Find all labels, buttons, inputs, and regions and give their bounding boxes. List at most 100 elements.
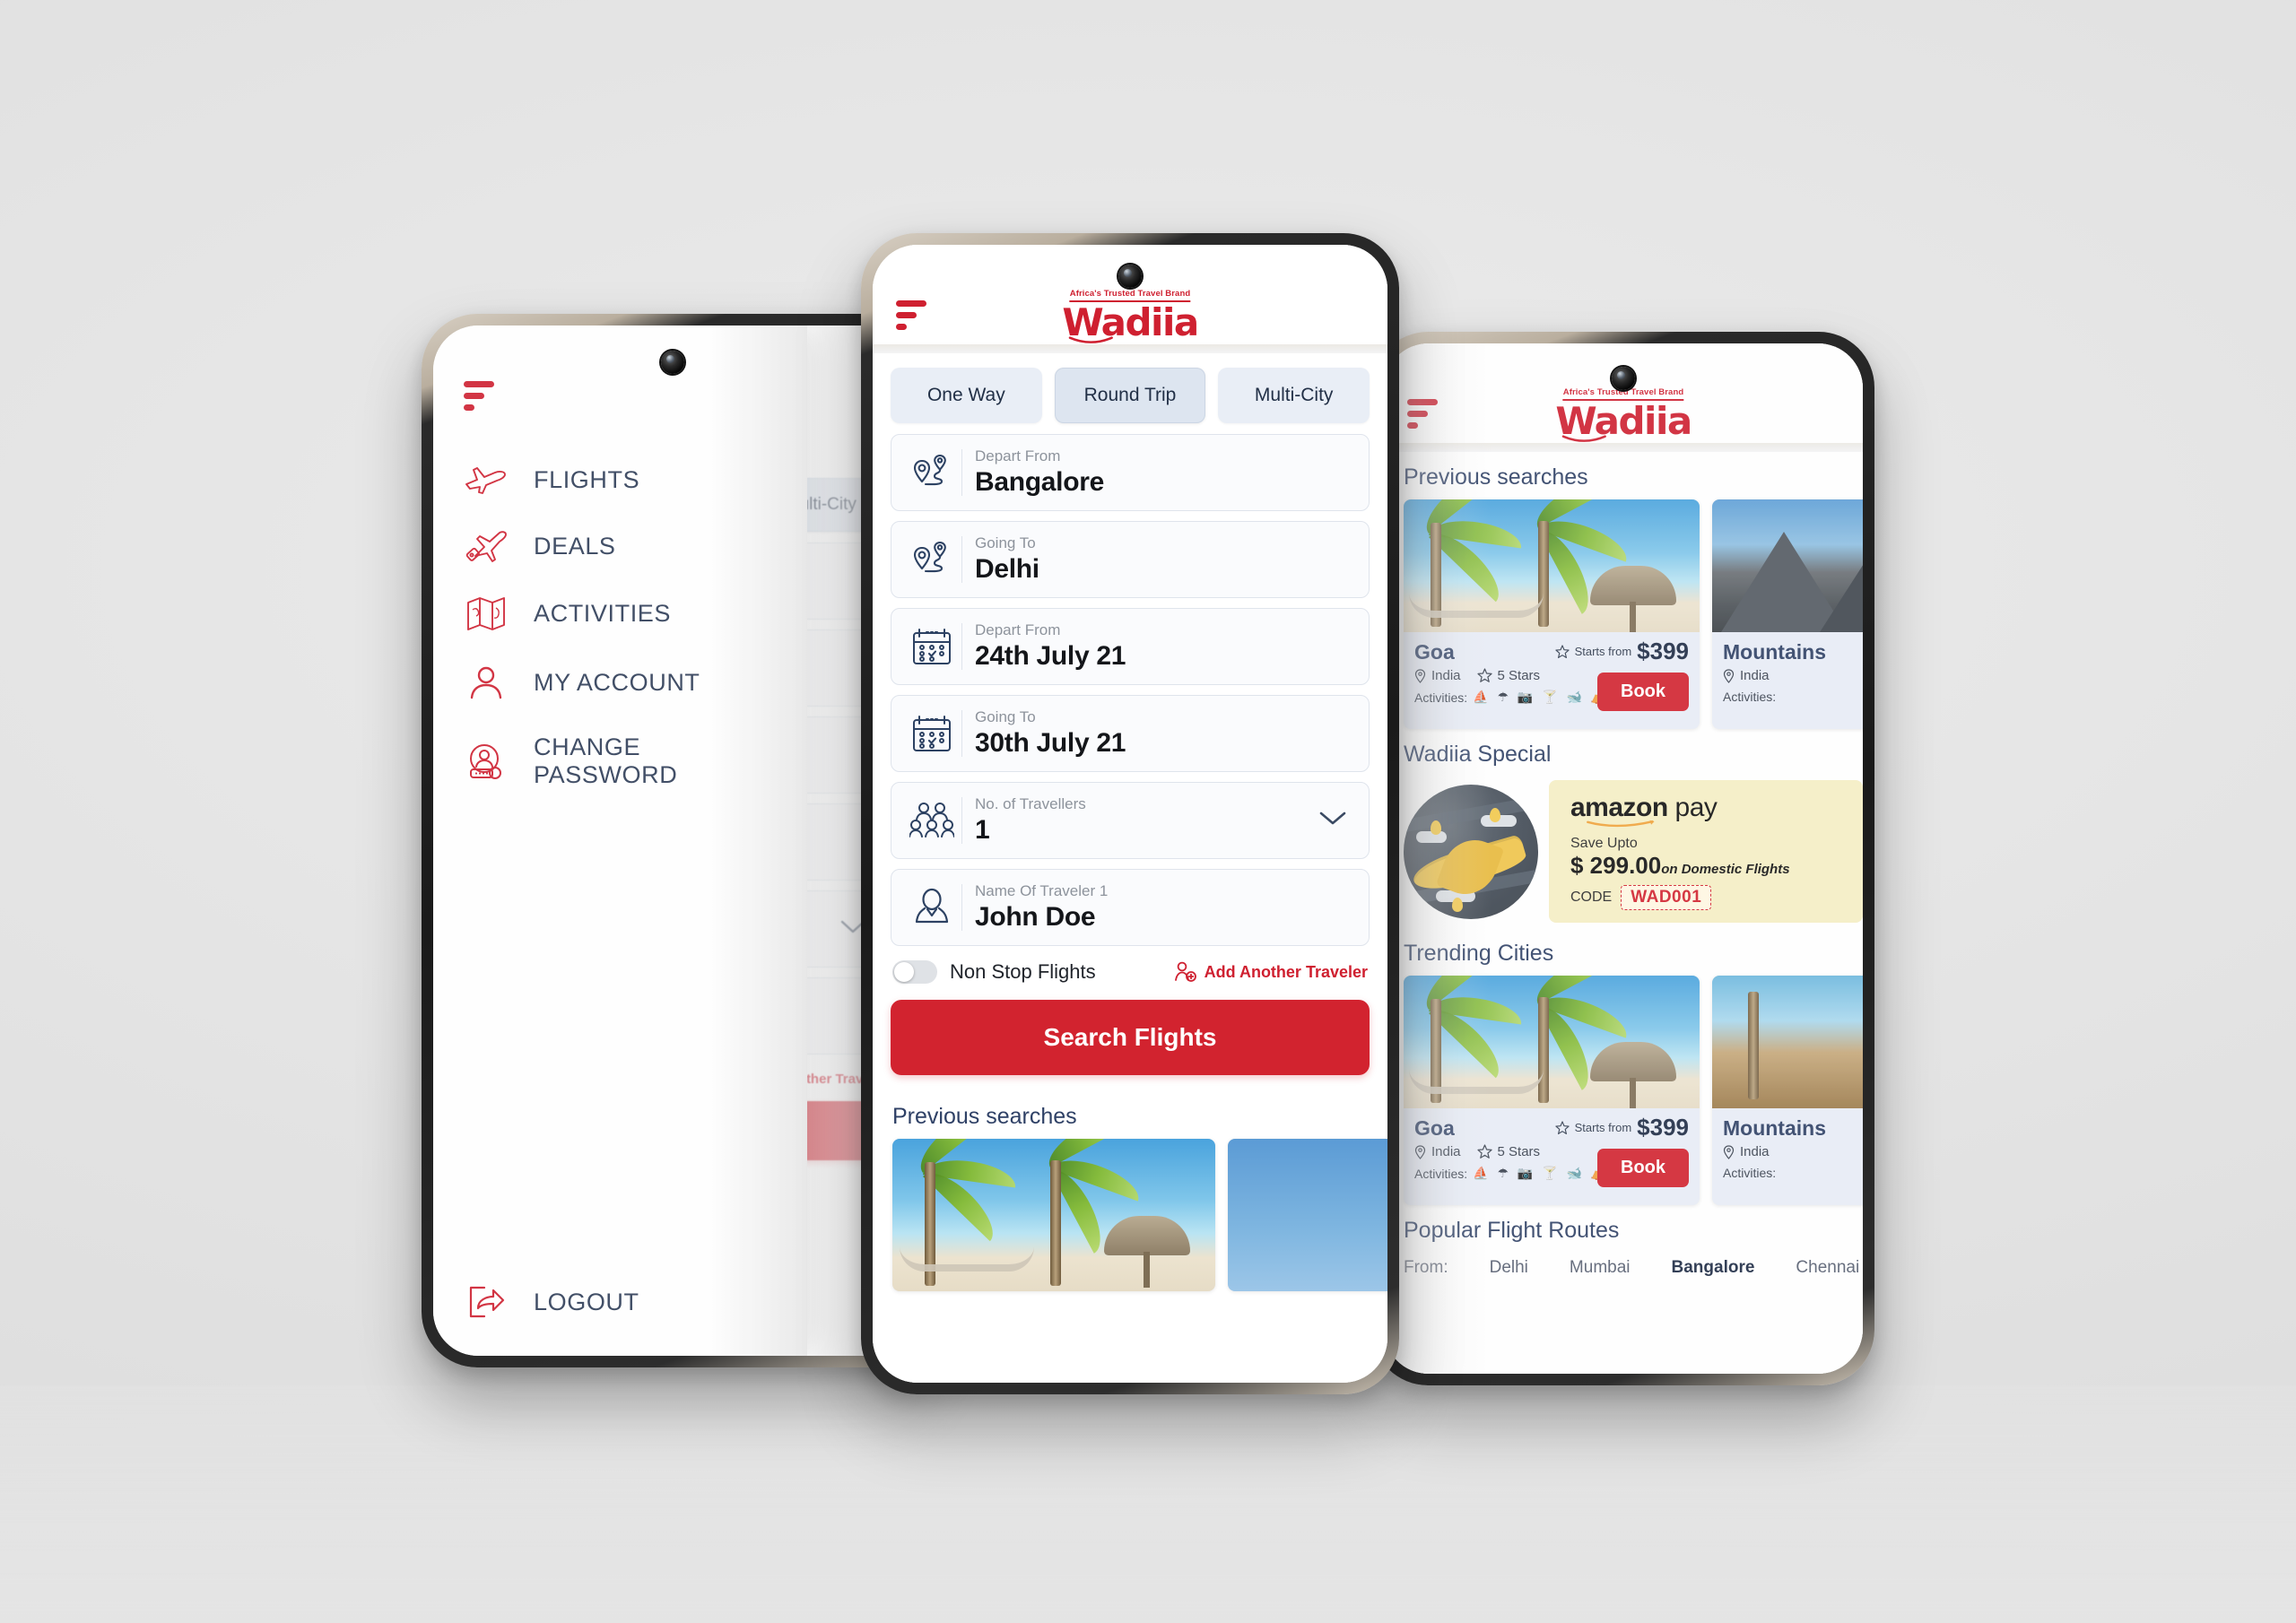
popular-routes-row[interactable]: From: Delhi Mumbai Bangalore Chennai bbox=[1384, 1253, 1863, 1287]
front-camera-punch-hole bbox=[661, 351, 684, 374]
route-city-mumbai[interactable]: Mumbai bbox=[1570, 1258, 1631, 1278]
offer-save-label: Save Upto bbox=[1570, 836, 1638, 851]
non-stop-flights-toggle[interactable] bbox=[892, 960, 937, 984]
routes-from-label: From: bbox=[1404, 1258, 1448, 1277]
header-divider bbox=[1384, 443, 1863, 452]
brand-wordmark: Wadiia bbox=[1062, 299, 1199, 344]
submit-area: Search Flights bbox=[873, 993, 1387, 1091]
map-pin-icon bbox=[1414, 669, 1426, 683]
card-location: India bbox=[1723, 668, 1863, 683]
sidebar-item-flights[interactable]: FLIGHTS bbox=[433, 463, 807, 497]
hamburger-menu-icon[interactable] bbox=[896, 300, 926, 330]
card-activities: Activities: bbox=[1723, 690, 1863, 704]
offer-amount: $ 299.00on Domestic Flights bbox=[1570, 852, 1790, 879]
card-price: $399 bbox=[1637, 1114, 1689, 1141]
brand-logo: Africa's Trusted Travel Brand Wadiia bbox=[1062, 285, 1199, 345]
trending-cities-row[interactable]: Goa India 5 Stars Activities: ⛵ ☂ 📷 🍸 🐋 … bbox=[1384, 976, 1863, 1205]
brand-logo: Africa's Trusted Travel Brand Wadiia bbox=[1555, 384, 1692, 444]
card-activities: Activities: bbox=[1723, 1166, 1863, 1180]
offer-code-value[interactable]: WAD001 bbox=[1621, 885, 1712, 910]
field-value: Bangalore bbox=[975, 466, 1105, 497]
sidebar-item-change-password[interactable]: CHANGE PASSWORD bbox=[433, 733, 807, 789]
destination-card[interactable]: Goa India 5 Stars Activities: ⛵ ☂ 📷 🍸 🐋 … bbox=[1404, 499, 1700, 729]
book-button[interactable]: Book bbox=[1597, 1149, 1689, 1187]
sidebar-item-label: MY ACCOUNT bbox=[534, 668, 700, 696]
card-activities-label: Activities: bbox=[1414, 690, 1468, 705]
card-meta: Mountains India Activities: bbox=[1712, 1108, 1863, 1205]
map-pin-icon bbox=[1723, 1145, 1735, 1159]
star-icon bbox=[1476, 1144, 1492, 1159]
card-starts-from: Starts from bbox=[1574, 1121, 1632, 1134]
field-label: Going To bbox=[975, 708, 1036, 726]
sidebar-item-logout[interactable]: LOGOUT bbox=[433, 1284, 807, 1320]
phone-center-search: Africa's Trusted Travel Brand Wadiia One… bbox=[861, 233, 1399, 1394]
map-pin-icon bbox=[1414, 1145, 1426, 1159]
app-header: Africa's Trusted Travel Brand Wadiia bbox=[1384, 343, 1863, 443]
hamburger-menu-icon[interactable] bbox=[1407, 399, 1438, 429]
card-country: India bbox=[1740, 668, 1770, 684]
traveler-name-field[interactable]: Name Of Traveler 1 John Doe bbox=[891, 869, 1370, 946]
add-another-traveler-button[interactable]: Add Another Traveler bbox=[1174, 961, 1368, 983]
amazon-pay-offer-banner[interactable]: amazon pay Save Upto $ 299.00on Domestic… bbox=[1549, 780, 1863, 923]
section-trending-cities: Trending Cities bbox=[1404, 941, 1554, 966]
sidebar-item-activities[interactable]: ACTIVITIES bbox=[433, 595, 807, 631]
tab-one-way[interactable]: One Way bbox=[891, 368, 1042, 423]
card-city: Mountains bbox=[1723, 640, 1826, 664]
card-photo bbox=[1404, 499, 1700, 632]
field-label: Name Of Traveler 1 bbox=[975, 882, 1109, 900]
destination-card[interactable]: Mountains India Activities: bbox=[1712, 976, 1863, 1205]
return-date-field[interactable]: Going To 30th July 21 bbox=[891, 695, 1370, 772]
route-city-chennai[interactable]: Chennai bbox=[1796, 1258, 1859, 1278]
book-button[interactable]: Book bbox=[1597, 673, 1689, 711]
sidebar-item-label: CHANGE PASSWORD bbox=[534, 733, 678, 788]
depart-from-city-field[interactable]: Depart From Bangalore bbox=[891, 434, 1370, 511]
card-starts-from: Starts from bbox=[1574, 645, 1632, 658]
card-rating: 5 Stars bbox=[1497, 668, 1541, 684]
sidebar-item-deals[interactable]: DEALS bbox=[433, 529, 807, 563]
search-form-content[interactable]: One Way Round Trip Multi-City Depart Fro… bbox=[873, 353, 1387, 1383]
offer-amount-suffix: on Domestic Flights bbox=[1661, 862, 1790, 877]
amazon-wordmark: amazon bbox=[1570, 793, 1668, 822]
card-photo bbox=[1712, 499, 1863, 632]
number-of-travellers-field[interactable]: No. of Travellers 1 bbox=[891, 782, 1370, 859]
user-lock-icon bbox=[464, 742, 509, 781]
card-price-block: Starts from $399 Book bbox=[1554, 638, 1689, 711]
card-activities-label: Activities: bbox=[1723, 1166, 1777, 1181]
sidebar-item-label: FLIGHTS bbox=[534, 465, 640, 493]
destination-card[interactable]: Mountains India Activities: bbox=[1712, 499, 1863, 729]
logout-arrow-icon bbox=[464, 1284, 509, 1320]
section-previous-searches: Previous searches bbox=[1404, 464, 1588, 490]
mockup-stage: Wadiia Multi-City bbox=[0, 0, 2296, 1623]
depart-date-field[interactable]: Depart From 24th July 21 bbox=[891, 608, 1370, 685]
chevron-down-icon[interactable] bbox=[1318, 810, 1356, 831]
flight-search-screen: Africa's Trusted Travel Brand Wadiia One… bbox=[873, 245, 1387, 1383]
previous-searches-row[interactable]: Goa India 5 Stars Activities: ⛵ ☂ 📷 🍸 🐋 … bbox=[1384, 499, 1863, 729]
phone-center-screen: Africa's Trusted Travel Brand Wadiia One… bbox=[873, 245, 1387, 1383]
airplane-tag-icon bbox=[464, 529, 509, 563]
section-popular-flight-routes: Popular Flight Routes bbox=[1404, 1218, 1620, 1243]
phone-right-screen: Africa's Trusted Travel Brand Wadiia Pre… bbox=[1384, 343, 1863, 1374]
airplane-icon bbox=[464, 463, 509, 497]
tab-multi-city[interactable]: Multi-City bbox=[1218, 368, 1370, 423]
sidebar-item-label: LOGOUT bbox=[534, 1288, 639, 1315]
map-pin-icon bbox=[1723, 669, 1735, 683]
destination-card[interactable] bbox=[1228, 1139, 1387, 1291]
tab-round-trip[interactable]: Round Trip bbox=[1054, 368, 1206, 423]
destination-card[interactable] bbox=[892, 1139, 1215, 1291]
going-to-city-field[interactable]: Going To Delhi bbox=[891, 521, 1370, 598]
trip-type-tabs[interactable]: One Way Round Trip Multi-City bbox=[873, 353, 1387, 432]
sidebar-item-my-account[interactable]: MY ACCOUNT bbox=[433, 664, 807, 701]
destination-card[interactable]: Goa India 5 Stars Activities: ⛵ ☂ 📷 🍸 🐋 … bbox=[1404, 976, 1700, 1205]
previous-searches-row[interactable] bbox=[873, 1139, 1387, 1291]
route-city-delhi[interactable]: Delhi bbox=[1490, 1258, 1528, 1278]
field-label: No. of Travellers bbox=[975, 795, 1086, 813]
card-country: India bbox=[1431, 668, 1461, 684]
field-value: 24th July 21 bbox=[975, 640, 1126, 671]
search-flights-button[interactable]: Search Flights bbox=[891, 1000, 1370, 1075]
card-country: India bbox=[1740, 1144, 1770, 1160]
hamburger-menu-icon[interactable] bbox=[464, 381, 494, 411]
card-activities-label: Activities: bbox=[1723, 690, 1777, 705]
route-city-bangalore[interactable]: Bangalore bbox=[1672, 1258, 1755, 1278]
special-offer-row[interactable]: amazon pay Save Upto $ 299.00on Domestic… bbox=[1384, 777, 1863, 928]
home-content[interactable]: Previous searches Goa India 5 Stars Acti… bbox=[1384, 452, 1863, 1374]
